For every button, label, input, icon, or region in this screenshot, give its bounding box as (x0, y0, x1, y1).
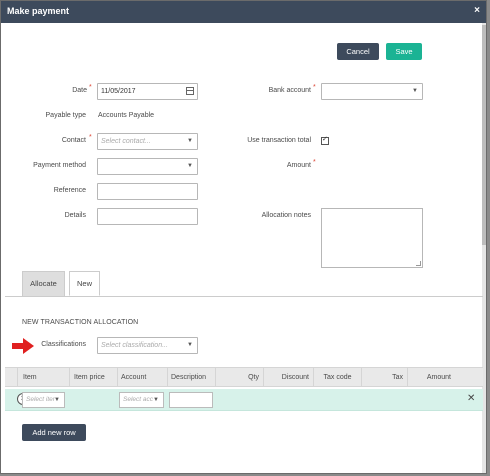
chevron-down-icon: ▼ (187, 138, 193, 144)
calendar-icon[interactable] (186, 87, 194, 95)
make-payment-dialog: Make payment × Cancel Save Date * 11/05/… (0, 0, 487, 474)
column-header-item[interactable]: Item (17, 368, 69, 387)
add-new-row-button[interactable]: Add new row (22, 424, 86, 441)
account-select[interactable]: Select acc ▼ (119, 392, 164, 408)
section-title: NEW TRANSACTION ALLOCATION (22, 319, 139, 326)
details-label: Details (64, 212, 86, 219)
close-icon[interactable]: × (474, 5, 480, 16)
classifications-select[interactable]: Select classification... ▼ (97, 337, 198, 354)
column-header-description[interactable]: Description (167, 368, 215, 387)
column-header-item-price[interactable]: Item price (69, 368, 117, 387)
contact-select[interactable]: Select contact... ▼ (97, 133, 198, 150)
column-header-discount[interactable]: Discount (263, 368, 313, 387)
column-header-amount[interactable]: Amount (407, 368, 455, 387)
contact-required-mark: * (89, 134, 92, 141)
bank-account-required-mark: * (313, 84, 316, 91)
allocation-notes-textarea[interactable] (321, 208, 423, 268)
bank-account-select[interactable]: ▼ (321, 83, 423, 100)
chevron-down-icon: ▼ (187, 163, 193, 169)
dialog-titlebar: Make payment × (1, 1, 486, 23)
tab-allocate[interactable]: Allocate (22, 271, 65, 296)
classifications-label: Classifications (41, 341, 86, 348)
allocation-notes-label: Allocation notes (261, 212, 311, 219)
description-input[interactable] (169, 392, 213, 408)
dialog-title: Make payment (7, 6, 70, 16)
payable-type-value: Accounts Payable (98, 112, 155, 119)
contact-placeholder: Select contact... (101, 138, 151, 145)
table-row[interactable] (5, 389, 483, 411)
date-field[interactable]: 11/05/2017 (97, 83, 198, 100)
date-required-mark: * (89, 84, 92, 91)
resize-grip-icon[interactable] (416, 261, 421, 266)
use-transaction-total-checkbox[interactable] (321, 135, 329, 145)
chevron-down-icon: ▼ (187, 342, 193, 348)
item-placeholder: Select iter (26, 396, 55, 403)
payable-type-label: Payable type (45, 112, 86, 119)
tab-divider (5, 296, 483, 297)
contact-label: Contact (61, 137, 86, 144)
amount-label: Amount (286, 162, 311, 169)
cancel-button[interactable]: Cancel (337, 43, 379, 60)
chevron-down-icon: ▼ (54, 397, 60, 403)
use-transaction-total-label: Use transaction total (247, 137, 311, 144)
remove-row-icon[interactable]: ✕ (467, 394, 475, 404)
classifications-placeholder: Select classification... (101, 342, 168, 349)
save-button[interactable]: Save (386, 43, 422, 60)
date-label: Date (72, 87, 87, 94)
tab-new[interactable]: New (69, 271, 100, 296)
column-header-account[interactable]: Account (117, 368, 167, 387)
date-value: 11/05/2017 (101, 88, 136, 95)
reference-input[interactable] (97, 183, 198, 200)
reference-label: Reference (53, 187, 86, 194)
red-arrow-icon (12, 338, 34, 354)
amount-required-mark: * (313, 159, 316, 166)
payment-method-select[interactable]: ▼ (97, 158, 198, 175)
scrollbar-thumb[interactable] (482, 25, 486, 245)
allocation-grid-header: Item Item price Account Description Qty … (5, 367, 483, 387)
column-header-tax-code[interactable]: Tax code (313, 368, 361, 387)
item-select[interactable]: Select iter ▼ (22, 392, 65, 408)
payment-method-label: Payment method (33, 162, 86, 169)
column-header-tax[interactable]: Tax (361, 368, 407, 387)
details-input[interactable] (97, 208, 198, 225)
chevron-down-icon: ▼ (153, 397, 159, 403)
chevron-down-icon: ▼ (412, 88, 418, 94)
account-placeholder: Select acc (123, 396, 153, 403)
column-header-qty[interactable]: Qty (215, 368, 263, 387)
bank-account-label: Bank account (268, 87, 311, 94)
